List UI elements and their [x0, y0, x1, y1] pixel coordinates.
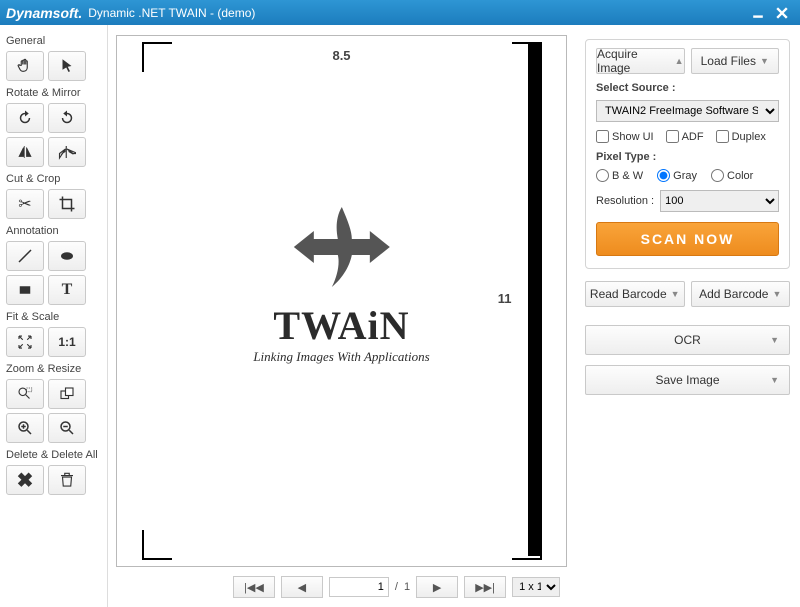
crop-mark-tl	[142, 42, 172, 72]
ellipse-annotation-button[interactable]	[48, 241, 86, 271]
titlebar: Dynamsoft. Dynamic .NET TWAIN - (demo)	[0, 0, 800, 25]
load-files-button[interactable]: Load Files▼	[691, 48, 780, 74]
chevron-down-icon: ▼	[770, 335, 779, 345]
line-annotation-button[interactable]	[6, 241, 44, 271]
last-page-button[interactable]: ▶▶|	[464, 576, 506, 598]
pager: |◀◀ ◀ / 1 ▶ ▶▶| 1 x 1	[226, 573, 567, 601]
cut-button[interactable]: ✂	[6, 189, 44, 219]
next-page-button[interactable]: ▶	[416, 576, 458, 598]
save-image-button[interactable]: Save Image▼	[585, 365, 790, 395]
page-total: 1	[404, 581, 410, 593]
tool-sidebar: General Rotate & Mirror Cut & Crop ✂ Ann…	[0, 25, 108, 607]
adf-checkbox[interactable]: ADF	[666, 130, 704, 143]
add-barcode-button[interactable]: Add Barcode▼	[691, 281, 791, 307]
acquire-image-button[interactable]: Acquire Image▲	[596, 48, 685, 74]
rotate-cw-button[interactable]	[6, 103, 44, 133]
resize-button[interactable]	[48, 379, 86, 409]
fit-window-button[interactable]	[6, 327, 44, 357]
delete-button[interactable]: ✖	[6, 465, 44, 495]
right-panel: Acquire Image▲ Load Files▼ Select Source…	[575, 25, 800, 607]
page-preview: 8.5 11 TWAiN Linking Images With Applica…	[142, 42, 542, 560]
chevron-down-icon: ▼	[770, 375, 779, 385]
gray-radio[interactable]: Gray	[657, 169, 697, 182]
twain-tagline: Linking Images With Applications	[253, 349, 429, 365]
show-ui-checkbox[interactable]: Show UI	[596, 130, 654, 143]
mirror-vertical-button[interactable]	[48, 137, 86, 167]
pixel-type-label: Pixel Type :	[596, 151, 779, 163]
minimize-button[interactable]	[746, 4, 770, 22]
duplex-checkbox[interactable]: Duplex	[716, 130, 766, 143]
prev-page-button[interactable]: ◀	[281, 576, 323, 598]
close-button[interactable]	[770, 4, 794, 22]
chevron-up-icon: ▲	[675, 56, 684, 66]
scan-now-button[interactable]: SCAN NOW	[596, 222, 779, 256]
rotate-ccw-button[interactable]	[48, 103, 86, 133]
group-fit: Fit & Scale	[6, 311, 101, 323]
page-height-label: 11	[498, 291, 512, 306]
page-width-label: 8.5	[332, 48, 350, 63]
group-general: General	[6, 35, 101, 47]
grid-select[interactable]: 1 x 1	[512, 577, 560, 597]
bw-radio[interactable]: B & W	[596, 169, 643, 182]
rect-annotation-button[interactable]	[6, 275, 44, 305]
hand-tool[interactable]	[6, 51, 44, 81]
group-cut: Cut & Crop	[6, 173, 101, 185]
first-page-button[interactable]: |◀◀	[233, 576, 275, 598]
center-panel: 8.5 11 TWAiN Linking Images With Applica…	[108, 25, 575, 607]
mirror-horizontal-button[interactable]	[6, 137, 44, 167]
resolution-select[interactable]: 100	[660, 190, 779, 212]
group-zoom: Zoom & Resize	[6, 363, 101, 375]
image-canvas[interactable]: 8.5 11 TWAiN Linking Images With Applica…	[116, 35, 567, 567]
actual-size-button[interactable]: 1:1	[48, 327, 86, 357]
resolution-label: Resolution :	[596, 195, 654, 207]
read-barcode-button[interactable]: Read Barcode▼	[585, 281, 685, 307]
acquire-panel: Acquire Image▲ Load Files▼ Select Source…	[585, 39, 790, 269]
chevron-down-icon: ▼	[671, 289, 680, 299]
page-sep: /	[395, 581, 398, 593]
zoom-region-button[interactable]	[6, 379, 44, 409]
crop-mark-bl	[142, 530, 172, 560]
crop-button[interactable]	[48, 189, 86, 219]
brand-logo: Dynamsoft.	[6, 5, 82, 21]
page-number-input[interactable]	[329, 577, 389, 597]
text-annotation-button[interactable]: T	[48, 275, 86, 305]
arrows-icon	[292, 197, 392, 297]
ocr-button[interactable]: OCR▼	[585, 325, 790, 355]
chevron-down-icon: ▼	[760, 56, 769, 66]
scan-edge	[528, 42, 542, 556]
window-title: Dynamic .NET TWAIN - (demo)	[88, 6, 255, 20]
source-select[interactable]: TWAIN2 FreeImage Software Scanner	[596, 100, 779, 122]
delete-all-button[interactable]	[48, 465, 86, 495]
twain-logo: TWAiN Linking Images With Applications	[253, 197, 429, 365]
zoom-out-button[interactable]	[48, 413, 86, 443]
group-annotation: Annotation	[6, 225, 101, 237]
zoom-in-button[interactable]	[6, 413, 44, 443]
group-delete: Delete & Delete All	[6, 449, 101, 461]
select-source-label: Select Source :	[596, 82, 779, 94]
group-rotate: Rotate & Mirror	[6, 87, 101, 99]
pointer-tool[interactable]	[48, 51, 86, 81]
twain-name: TWAiN	[253, 302, 429, 349]
color-radio[interactable]: Color	[711, 169, 753, 182]
chevron-down-icon: ▼	[772, 289, 781, 299]
